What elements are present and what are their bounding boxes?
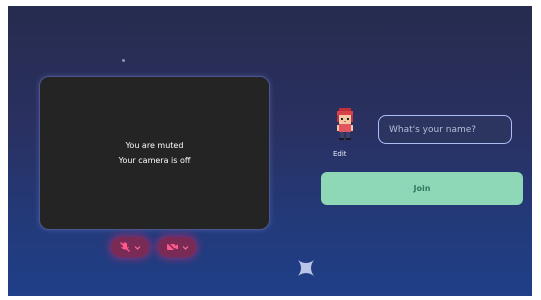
camera-toggle-button[interactable]	[158, 237, 196, 257]
join-button[interactable]: Join	[321, 172, 523, 205]
mic-toggle-button[interactable]	[111, 237, 149, 257]
pre-join-screen: You are muted Your camera is off Edit Wh…	[8, 6, 532, 296]
camera-off-icon	[166, 242, 178, 253]
camera-status-text: Your camera is off	[118, 156, 191, 165]
name-input[interactable]	[378, 115, 512, 144]
mic-off-icon	[120, 242, 130, 252]
character-avatar[interactable]	[333, 106, 357, 140]
sparkle-star-icon	[298, 260, 314, 276]
chevron-down-icon[interactable]	[134, 244, 141, 251]
sparkle-dot	[122, 59, 125, 62]
video-preview: You are muted Your camera is off	[39, 76, 270, 230]
edit-avatar-link[interactable]: Edit	[333, 150, 347, 158]
muted-status-text: You are muted	[125, 141, 184, 150]
chevron-down-icon[interactable]	[182, 244, 189, 251]
